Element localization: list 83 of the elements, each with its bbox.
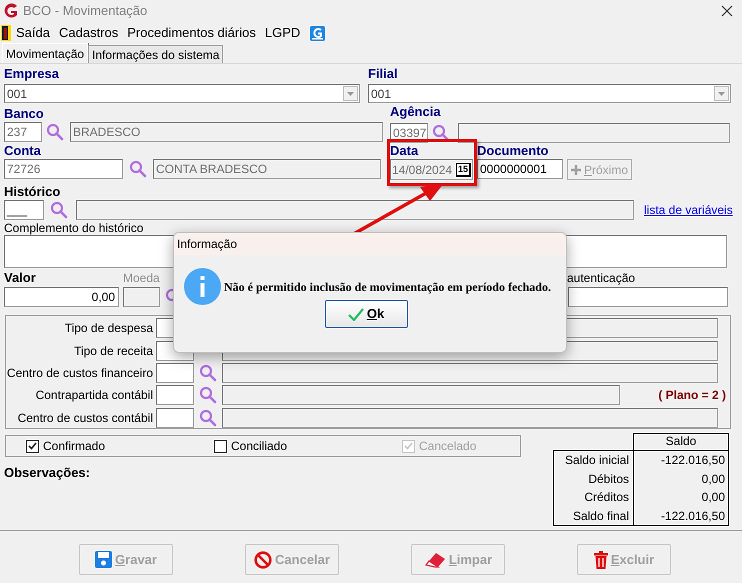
exit-door-icon[interactable] xyxy=(1,25,11,41)
table-cell: Débitos xyxy=(554,470,634,488)
plus-icon xyxy=(570,164,581,174)
value-field[interactable]: 0,00 xyxy=(4,287,119,307)
prohibited-icon xyxy=(254,550,272,568)
checkmark-icon xyxy=(404,442,413,450)
search-icon[interactable] xyxy=(199,386,217,404)
field-label: Data xyxy=(390,143,418,158)
table-cell-text: 0,00 xyxy=(700,470,726,488)
search-icon[interactable] xyxy=(46,123,64,141)
company-dropdown[interactable]: 001 xyxy=(368,84,731,103)
bank-code-field[interactable]: 237 xyxy=(4,122,42,142)
account-code-field[interactable]: 72726 xyxy=(4,159,123,179)
menu-item[interactable]: Saída xyxy=(16,23,50,43)
variables-link[interactable]: lista de variáveis xyxy=(644,203,733,217)
menu-item[interactable]: LGPD xyxy=(264,23,300,43)
field-label: Agência xyxy=(390,104,441,119)
description-field[interactable] xyxy=(222,408,718,428)
currency-field[interactable] xyxy=(123,287,160,307)
dropdown-arrow-icon xyxy=(347,92,354,96)
field-label: Centro de custos contábil xyxy=(18,410,153,425)
field-label: Tipo de despesa xyxy=(64,321,153,336)
table-cell-text: 0,00 xyxy=(700,489,726,506)
field-label: Banco xyxy=(4,106,44,121)
checkmark-icon xyxy=(28,442,37,450)
code-field[interactable] xyxy=(156,385,194,406)
agency-name-field[interactable] xyxy=(458,123,730,143)
code-field[interactable] xyxy=(156,363,194,384)
field-label: Contrapartida contábil xyxy=(36,388,153,402)
field-label: Empresa xyxy=(4,66,59,81)
field-label: Filial xyxy=(368,66,398,81)
menu-item[interactable]: Procedimentos diários xyxy=(127,23,256,43)
window-title: BCO - Movimentação xyxy=(23,2,148,20)
info-icon xyxy=(184,268,221,305)
eraser-icon xyxy=(424,552,446,568)
ok-button[interactable]: Ok xyxy=(324,300,408,328)
account-name-field[interactable]: CONTA BRADESCO xyxy=(153,159,381,179)
date-field[interactable]: 14/08/2024 15 xyxy=(390,159,473,180)
tab[interactable]: Informações do sistema xyxy=(88,45,224,63)
trash-icon xyxy=(594,550,608,568)
search-icon[interactable] xyxy=(50,201,68,219)
checkmark-icon xyxy=(348,308,364,320)
table-cell-text: -122.016,50 xyxy=(660,452,726,469)
field-label: autenticação xyxy=(567,271,636,285)
field-label: Centro de custos financeiro xyxy=(6,366,153,380)
field-label: Tipo de receita xyxy=(74,344,153,358)
dialog-title: Informação xyxy=(177,236,238,253)
table-cell: Saldo inicial xyxy=(554,451,634,470)
search-icon[interactable] xyxy=(129,160,147,178)
search-icon[interactable] xyxy=(199,364,217,382)
field-label: Conta xyxy=(4,143,41,158)
close-icon[interactable] xyxy=(721,5,733,17)
plan-note: ( Plano = 2 ) xyxy=(658,388,726,402)
history-code-field[interactable]: ___ xyxy=(4,200,44,220)
field-label: Valor xyxy=(4,270,36,285)
table-cell: Saldo final xyxy=(554,506,634,525)
app-logo-icon xyxy=(3,3,19,19)
dropdown-arrow-icon xyxy=(718,92,725,96)
search-icon[interactable] xyxy=(199,408,217,427)
field-label: Complemento do histórico xyxy=(4,221,144,235)
table-cell: Créditos xyxy=(554,488,634,506)
checkbox[interactable]: Confirmado xyxy=(26,439,214,453)
checkbox[interactable]: Conciliado xyxy=(214,439,402,453)
history-name-field[interactable] xyxy=(76,200,634,220)
search-icon[interactable] xyxy=(432,124,450,142)
table-header: Saldo xyxy=(633,433,729,450)
calendar-button[interactable]: 15 xyxy=(456,162,471,176)
field-label: Observações: xyxy=(4,465,90,480)
company-dropdown[interactable]: 001 xyxy=(4,84,360,103)
description-field[interactable] xyxy=(222,363,718,384)
document-field[interactable]: 0000000001 xyxy=(477,159,563,179)
field-label: Histórico xyxy=(4,184,60,199)
code-field[interactable] xyxy=(156,408,194,428)
bank-name-field[interactable]: BRADESCO xyxy=(70,122,383,142)
menu-item[interactable]: Cadastros xyxy=(58,23,118,43)
dialog-message: Não é permitido inclusão de movimentação em período fechado. xyxy=(224,278,551,296)
description-field[interactable] xyxy=(222,385,620,406)
tab[interactable]: Movimentação xyxy=(2,43,88,63)
field-label: Documento xyxy=(477,143,548,158)
field-label: Moeda xyxy=(123,271,160,285)
authentication-field[interactable] xyxy=(568,287,728,307)
table-cell-text: -122.016,50 xyxy=(660,508,726,524)
logo-icon[interactable] xyxy=(310,26,326,40)
